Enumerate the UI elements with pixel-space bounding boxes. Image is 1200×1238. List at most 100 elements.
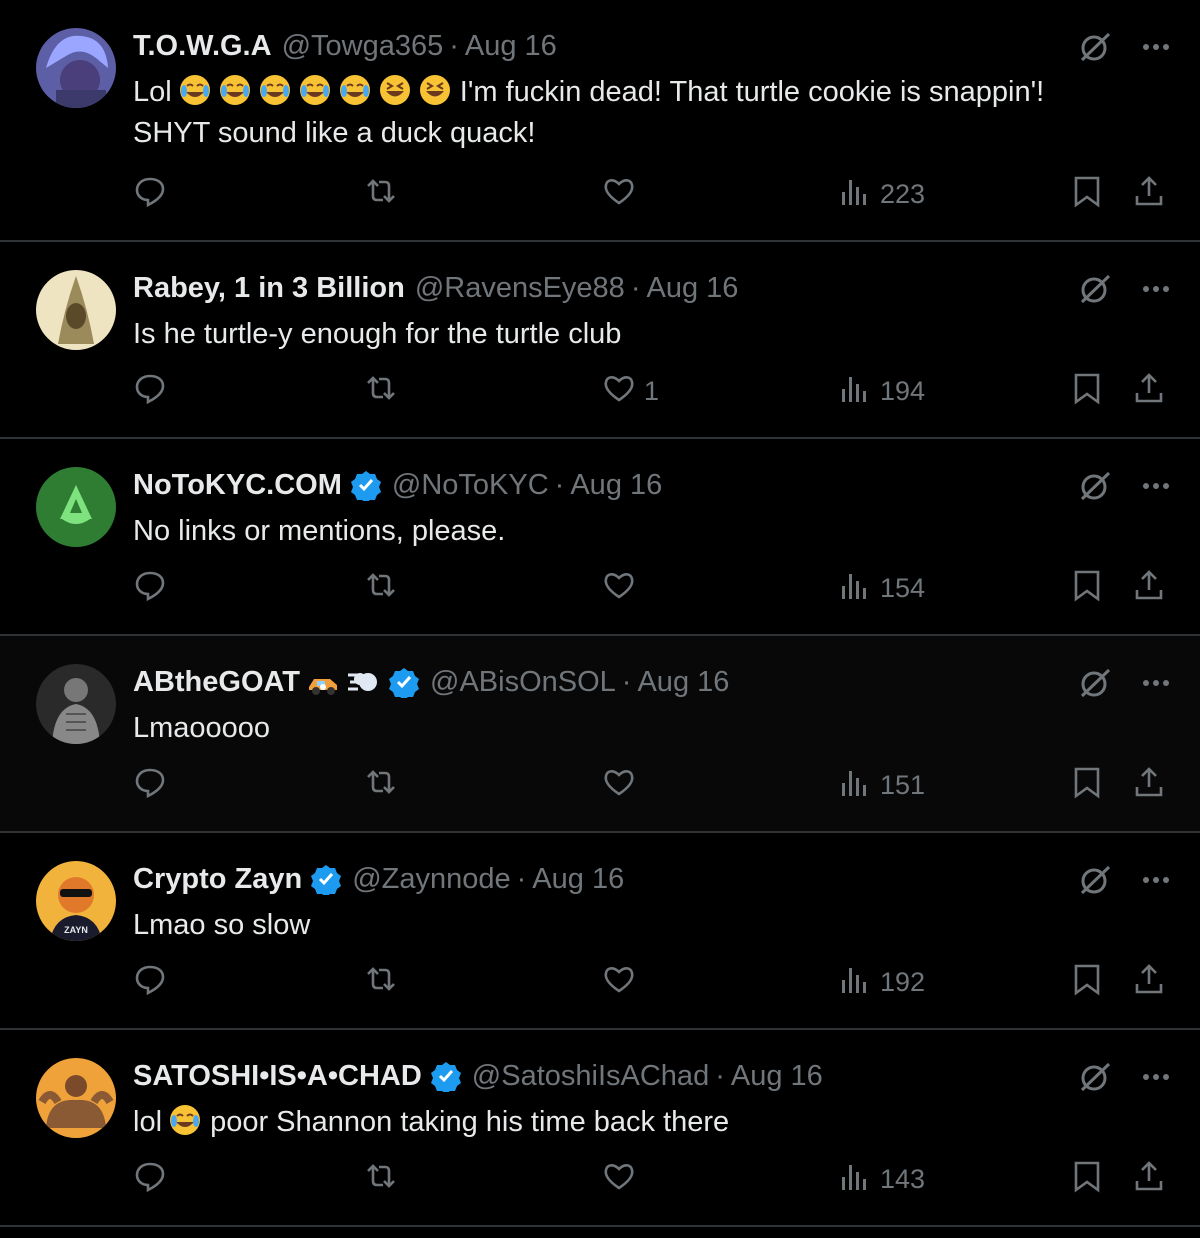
bookmark-button[interactable] xyxy=(1070,1159,1104,1199)
tweet[interactable]: Rabey, 1 in 3 Billion @RavensEye88 · Aug… xyxy=(0,242,1200,439)
tweet-date[interactable]: Aug 16 xyxy=(570,469,662,502)
separator-dot: · xyxy=(621,665,632,698)
share-button[interactable] xyxy=(1132,371,1166,411)
like-button[interactable] xyxy=(602,962,644,1002)
user-handle[interactable]: @RavensEye88 xyxy=(415,272,625,305)
bookmark-button[interactable] xyxy=(1070,765,1104,805)
share-button[interactable] xyxy=(1132,962,1166,1002)
tweet[interactable]: ABtheGOAT @ABisOnSOL · Aug 16 Lmaooooo 1… xyxy=(0,636,1200,833)
more-options-icon[interactable] xyxy=(1138,863,1174,897)
grok-icon[interactable] xyxy=(1078,863,1112,897)
bookmark-button[interactable] xyxy=(1070,962,1104,1002)
repost-button[interactable] xyxy=(364,1159,398,1199)
bookmark-icon xyxy=(1070,765,1104,806)
avatar[interactable] xyxy=(36,1058,116,1138)
avatar[interactable] xyxy=(36,467,116,547)
more-options-icon[interactable] xyxy=(1138,469,1174,503)
bookmark-icon xyxy=(1070,962,1104,1003)
like-button[interactable] xyxy=(602,1159,644,1199)
grok-icon[interactable] xyxy=(1078,666,1112,700)
grok-icon[interactable] xyxy=(1078,272,1112,306)
share-button[interactable] xyxy=(1132,174,1166,214)
like-button[interactable] xyxy=(602,174,644,214)
like-button[interactable]: 1 xyxy=(602,371,659,411)
views-button[interactable]: 154 xyxy=(838,568,925,608)
reply-button[interactable] xyxy=(133,1159,167,1199)
tweet-date[interactable]: Aug 16 xyxy=(646,272,738,305)
reply-button[interactable] xyxy=(133,962,167,1002)
repost-button[interactable] xyxy=(364,174,398,214)
avatar[interactable] xyxy=(36,270,116,350)
verified-badge-icon xyxy=(350,469,382,503)
bookmark-button[interactable] xyxy=(1070,174,1104,214)
user-handle[interactable]: @Towga365 xyxy=(282,30,444,63)
separator-dot: · xyxy=(449,29,459,62)
tweet-text-prefix: lol xyxy=(133,1106,163,1138)
bookmark-button[interactable] xyxy=(1070,568,1104,608)
bookmark-button[interactable] xyxy=(1070,371,1104,411)
display-name[interactable]: SATOSHI•IS•A•CHAD xyxy=(133,1060,422,1093)
display-name[interactable]: T.O.W.G.A xyxy=(133,30,272,63)
views-icon xyxy=(838,371,872,412)
separator-dot: · xyxy=(715,1059,725,1092)
views-icon xyxy=(838,1159,872,1200)
avatar[interactable] xyxy=(36,28,116,108)
share-button[interactable] xyxy=(1132,1159,1166,1199)
avatar[interactable] xyxy=(36,664,116,744)
share-button[interactable] xyxy=(1132,765,1166,805)
user-handle[interactable]: @ABisOnSOL xyxy=(430,666,616,699)
user-handle[interactable]: @NoToKYC xyxy=(392,469,549,502)
user-handle[interactable]: @SatoshiIsAChad xyxy=(472,1060,709,1093)
reply-icon xyxy=(133,174,167,215)
views-button[interactable]: 192 xyxy=(838,962,925,1002)
grok-icon[interactable] xyxy=(1078,1060,1112,1094)
views-button[interactable]: 143 xyxy=(838,1159,925,1199)
tweet[interactable]: ZAYN Crypto Zayn @Zaynnode · Aug 16 Lmao… xyxy=(0,833,1200,1030)
display-name[interactable]: ABtheGOAT xyxy=(133,666,300,699)
tweet-date[interactable]: Aug 16 xyxy=(532,863,624,896)
reply-button[interactable] xyxy=(133,371,167,411)
reply-icon xyxy=(133,962,167,1003)
repost-button[interactable] xyxy=(364,371,398,411)
tweet-text: Lmao so slow xyxy=(133,909,311,941)
like-button[interactable] xyxy=(602,568,644,608)
like-button[interactable] xyxy=(602,765,644,805)
reply-button[interactable] xyxy=(133,174,167,214)
separator-dot: · xyxy=(630,271,641,304)
display-name[interactable]: Rabey, 1 in 3 Billion xyxy=(133,272,405,305)
tweet-date[interactable]: Aug 16 xyxy=(637,666,729,699)
views-icon xyxy=(838,568,872,609)
views-button[interactable]: 194 xyxy=(838,371,925,411)
display-name[interactable]: Crypto Zayn xyxy=(133,863,302,896)
reply-button[interactable] xyxy=(133,568,167,608)
reply-button[interactable] xyxy=(133,765,167,805)
grok-icon[interactable] xyxy=(1078,30,1112,64)
tweet-date[interactable]: Aug 16 xyxy=(731,1060,823,1093)
share-button[interactable] xyxy=(1132,568,1166,608)
bookmark-icon xyxy=(1070,568,1104,609)
repost-icon xyxy=(364,962,398,1003)
repost-button[interactable] xyxy=(364,962,398,1002)
avatar[interactable]: ZAYN xyxy=(36,861,116,941)
more-options-icon[interactable] xyxy=(1138,1060,1174,1094)
views-button[interactable]: 223 xyxy=(838,174,925,214)
dashing-away-emoji xyxy=(346,665,380,699)
tweet-date[interactable]: Aug 16 xyxy=(465,30,557,63)
tweet-header: T.O.W.G.A @Towga365 · Aug 16 xyxy=(133,26,1040,66)
avatar-label: ZAYN xyxy=(64,925,88,935)
repost-button[interactable] xyxy=(364,765,398,805)
user-handle[interactable]: @Zaynnode xyxy=(352,863,510,896)
grok-icon[interactable] xyxy=(1078,469,1112,503)
more-options-icon[interactable] xyxy=(1138,666,1174,700)
tweet-text-suffix: poor Shannon taking his time back there xyxy=(210,1106,730,1138)
tweet[interactable]: T.O.W.G.A @Towga365 · Aug 16 Lol I'm fuc… xyxy=(0,0,1200,242)
repost-button[interactable] xyxy=(364,568,398,608)
more-options-icon[interactable] xyxy=(1138,30,1174,64)
tweet[interactable]: SATOSHI•IS•A•CHAD @SatoshiIsAChad · Aug … xyxy=(0,1030,1200,1227)
views-button[interactable]: 151 xyxy=(838,765,925,805)
more-options-icon[interactable] xyxy=(1138,272,1174,306)
reply-icon xyxy=(133,568,167,609)
display-name[interactable]: NoToKYC.COM xyxy=(133,469,342,502)
repost-icon xyxy=(364,371,398,412)
tweet[interactable]: NoToKYC.COM @NoToKYC · Aug 16 No links o… xyxy=(0,439,1200,636)
